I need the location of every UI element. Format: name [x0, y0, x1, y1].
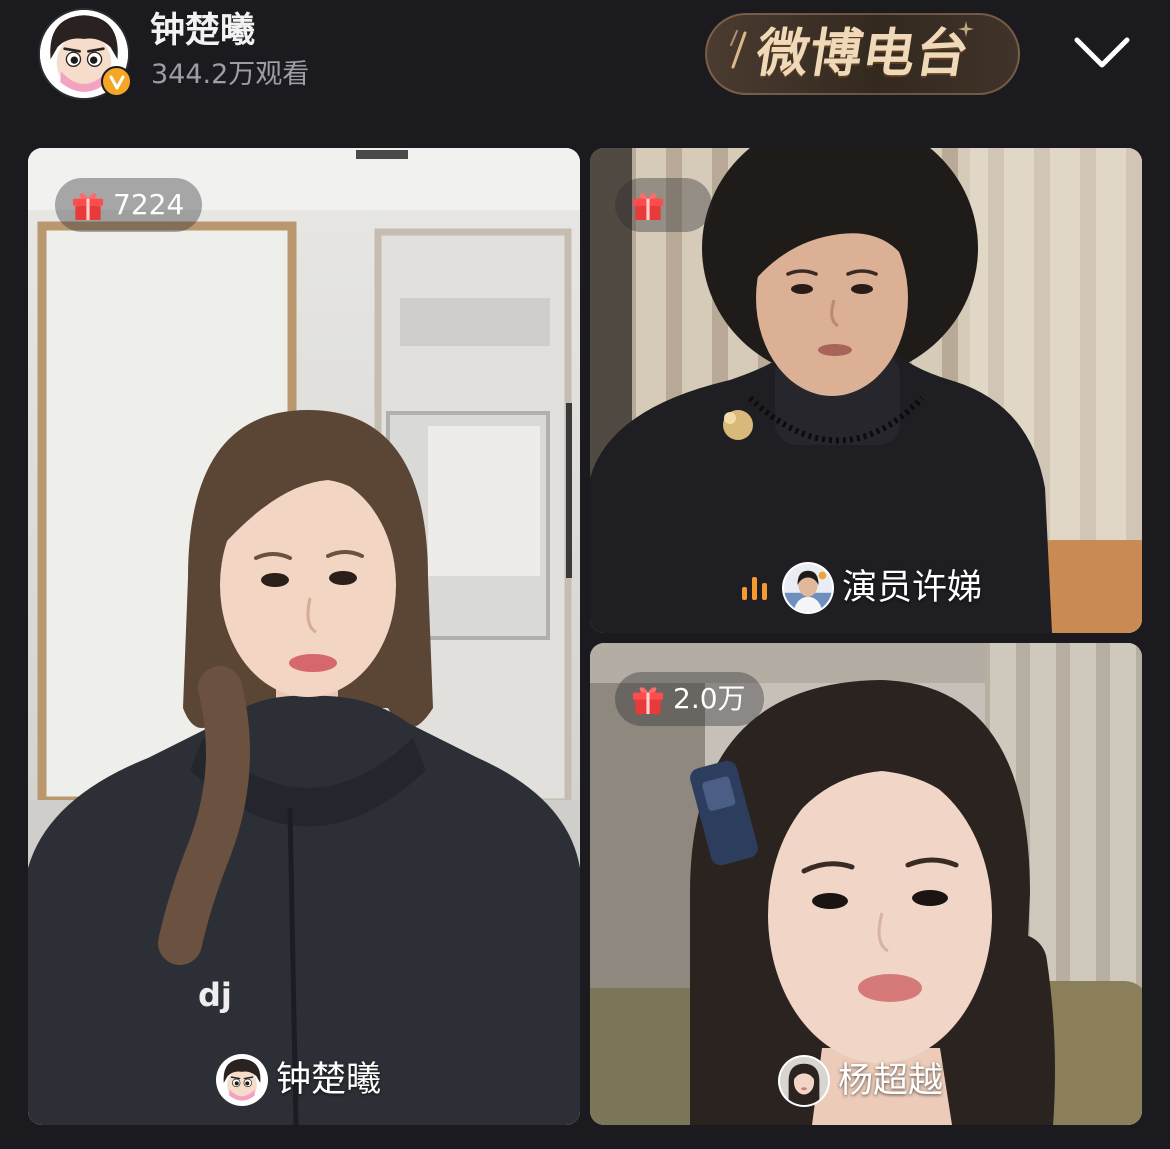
participant-label[interactable]: 杨超越 — [778, 1053, 943, 1109]
verified-v-icon — [109, 75, 124, 89]
view-count: 344.2万观看 — [151, 59, 310, 90]
video-feed-scene: dj — [28, 148, 580, 1125]
video-tile-guest-1[interactable]: 演员许娣 — [590, 148, 1142, 633]
gift-icon — [629, 186, 667, 224]
participant-label[interactable]: 钟楚曦 — [216, 1052, 381, 1108]
participant-name: 杨超越 — [838, 1061, 944, 1101]
lips — [289, 654, 337, 672]
mouth — [818, 344, 852, 356]
gift-count: 7224 — [113, 188, 185, 221]
participant-photo-icon — [780, 1057, 828, 1105]
gift-count: 2.0万 — [673, 682, 746, 715]
participant-photo-icon — [784, 564, 832, 612]
left-eye — [812, 893, 848, 909]
participant-avatar — [778, 1055, 830, 1107]
hoodie-logo: dj — [198, 976, 232, 1014]
gift-counter[interactable] — [615, 178, 712, 232]
badge-slash-decoration — [730, 30, 747, 69]
participant-label[interactable]: 演员许娣 — [740, 560, 982, 616]
right-braid — [989, 934, 1055, 1125]
gift-counter[interactable]: 7224 — [55, 178, 203, 232]
door-window-curtain — [428, 426, 540, 576]
cartoon-avatar-icon — [218, 1056, 266, 1104]
ceiling-vent — [356, 150, 408, 159]
channel-badge-label: 微博电台 — [752, 24, 974, 84]
left-eye — [261, 573, 289, 587]
door-vent — [400, 298, 550, 346]
channel-badge[interactable]: 微博电台 — [705, 13, 1020, 95]
participant-name: 演员许娣 — [842, 568, 983, 608]
right-eye — [851, 284, 873, 294]
audio-level-icon — [742, 577, 767, 600]
participant-name: 钟楚曦 — [276, 1060, 382, 1100]
participant-avatar — [216, 1054, 268, 1106]
left-eye — [791, 284, 813, 294]
lips — [858, 974, 922, 1002]
right-eye — [912, 890, 948, 906]
right-eye — [329, 571, 357, 585]
participant-avatar — [782, 562, 834, 614]
gift-icon — [69, 186, 107, 224]
gift-counter[interactable]: 2.0万 — [615, 672, 764, 726]
left-braid — [705, 934, 769, 1125]
host-name[interactable]: 钟楚曦 — [150, 8, 255, 54]
gift-icon — [629, 680, 667, 718]
chevron-down-icon — [1074, 37, 1130, 68]
video-tile-guest-2[interactable]: 2.0万 杨超越 — [590, 643, 1142, 1125]
video-tile-host[interactable]: dj 7224 钟楚曦 — [28, 148, 580, 1125]
brooch-detail — [724, 412, 736, 424]
collapse-button[interactable] — [1070, 32, 1134, 76]
verified-badge — [101, 66, 132, 97]
